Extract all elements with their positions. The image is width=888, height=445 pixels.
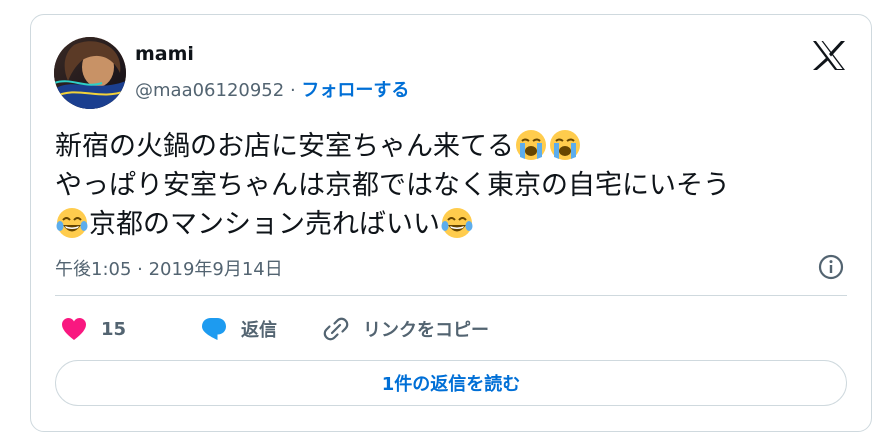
heart-icon	[62, 318, 86, 340]
info-icon[interactable]	[818, 254, 844, 280]
follow-button[interactable]: フォローする	[301, 80, 409, 101]
handle-separator: ·	[289, 80, 296, 101]
tweet-line-3-text: 京都のマンション売ればいい	[89, 209, 440, 240]
profile-photo-image	[54, 37, 126, 109]
read-replies-button[interactable]: 1件の返信を読む	[55, 360, 847, 406]
author-handle-line: @maa06120952 · フォローする	[135, 76, 409, 102]
face-with-tears-of-joy-icon	[441, 207, 473, 239]
loudly-crying-face-icon	[515, 129, 547, 161]
tweet-line-3: 京都のマンション売ればいい	[55, 205, 855, 244]
avatar[interactable]	[54, 37, 126, 109]
tweet-line-1: 新宿の火鍋のお店に安室ちゃん来てる	[55, 127, 855, 166]
loudly-crying-face-icon	[549, 129, 581, 161]
tweet-line-1-text: 新宿の火鍋のお店に安室ちゃん来てる	[55, 131, 514, 162]
x-logo-icon[interactable]	[812, 40, 846, 71]
speech-bubble-icon	[202, 318, 226, 340]
reply-button[interactable]: 返信	[201, 311, 277, 347]
like-button[interactable]: 15	[61, 311, 126, 347]
reply-label: 返信	[241, 320, 277, 341]
divider	[55, 295, 847, 296]
face-with-tears-of-joy-icon	[56, 207, 88, 239]
like-count: 15	[101, 318, 127, 340]
author-handle[interactable]: @maa06120952	[135, 80, 284, 101]
tweet-timestamp[interactable]: 午後1:05 · 2019年9月14日	[55, 255, 283, 281]
tweet-line-2: やっぱり安室ちゃんは京都ではなく東京の自宅にいそう	[55, 170, 730, 201]
copy-link-button[interactable]: リンクをコピー	[323, 311, 489, 347]
tweet-text: 新宿の火鍋のお店に安室ちゃん来てる やっぱり安室ちゃんは京都ではなく東京の自宅に…	[55, 127, 855, 244]
action-bar: 15 返信 リンクをコピー	[55, 311, 847, 347]
copy-link-label: リンクをコピー	[363, 320, 489, 341]
link-icon	[323, 317, 349, 341]
tweet-embed-card: mami @maa06120952 · フォローする 新宿の火鍋のお店に安室ちゃ…	[30, 14, 872, 432]
author-display-name[interactable]: mami	[135, 43, 194, 65]
